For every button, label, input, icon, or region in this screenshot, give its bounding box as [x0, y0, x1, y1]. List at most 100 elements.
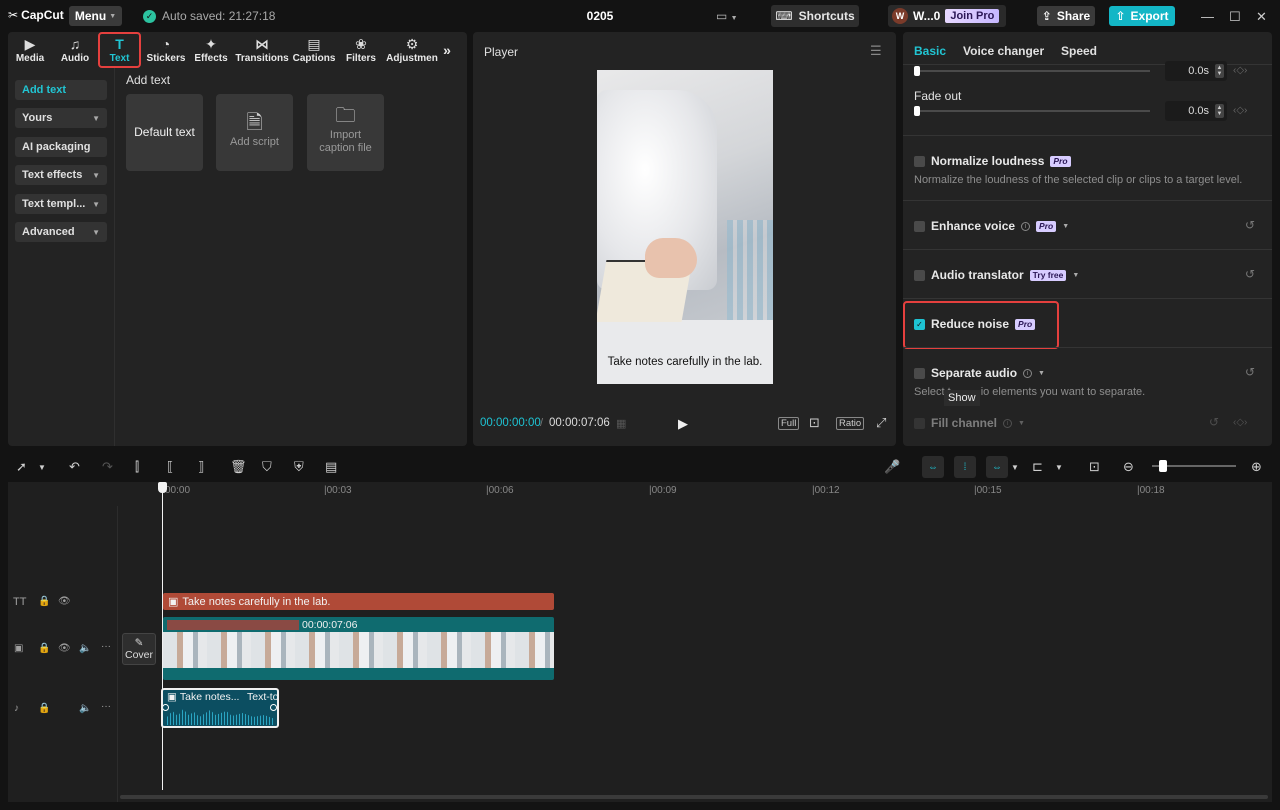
- zoom-in-icon[interactable]: ⊕: [1251, 459, 1262, 475]
- tab-basic[interactable]: Basic: [914, 44, 946, 58]
- separate-audio-option[interactable]: Separate audio i ▼: [914, 366, 1045, 380]
- audio-clip[interactable]: ▣ Take notes... Text-to: [161, 688, 279, 728]
- reset-icon[interactable]: ↺: [1245, 267, 1255, 281]
- normalize-checkbox[interactable]: [914, 155, 925, 167]
- volume-icon[interactable]: 🔈: [79, 643, 91, 654]
- fit-screen-icon[interactable]: ⊡: [809, 415, 820, 431]
- join-pro-button[interactable]: Join Pro: [945, 9, 1000, 23]
- keyframe-nav-icon[interactable]: ‹◇›: [1233, 417, 1247, 428]
- tab-stickers[interactable]: ◔ Stickers: [141, 32, 191, 68]
- zoom-out-icon[interactable]: ⊖: [1123, 459, 1134, 475]
- tab-filters[interactable]: ❀ Filters: [335, 32, 387, 68]
- clip-handle-left[interactable]: [162, 704, 169, 711]
- zoom-fit-icon[interactable]: ⊡: [1089, 459, 1100, 475]
- tab-adjustment[interactable]: ⚙ Adjustmen: [386, 32, 438, 68]
- horizontal-scrollbar[interactable]: [120, 795, 1268, 799]
- linkage-icon[interactable]: ⇔: [986, 456, 1008, 478]
- lock-icon[interactable]: 🔒: [38, 643, 50, 654]
- import-caption-card[interactable]: 🗀 Import caption file: [307, 94, 384, 171]
- video-preview[interactable]: Take notes carefully in the lab.: [597, 70, 773, 384]
- default-text-card[interactable]: Default text: [126, 94, 203, 171]
- tab-captions[interactable]: ▤ Captions: [293, 32, 336, 68]
- shield-icon[interactable]: ⛨: [294, 459, 304, 475]
- close-icon[interactable]: ✕: [1256, 9, 1267, 25]
- fade-in-slider[interactable]: [914, 70, 1150, 72]
- fade-in-knob[interactable]: [914, 66, 920, 76]
- sidebar-item-yours[interactable]: Yours ▼: [15, 108, 107, 128]
- main-track-magnet-icon[interactable]: ⇔: [922, 456, 944, 478]
- enhance-voice-option[interactable]: Enhance voice i Pro ▼: [914, 219, 1069, 233]
- select-cursor-icon[interactable]: ➚: [16, 459, 27, 475]
- minimize-icon[interactable]: —: [1201, 9, 1214, 24]
- microphone-icon[interactable]: 🎤: [884, 459, 900, 475]
- fade-out-slider[interactable]: [914, 110, 1150, 112]
- shortcuts-button[interactable]: ⌨ Shortcuts: [771, 5, 859, 27]
- chevron-down-icon[interactable]: ▼: [1018, 420, 1025, 427]
- maximize-icon[interactable]: ☐: [1229, 9, 1241, 25]
- more-options-icon[interactable]: ···: [101, 701, 111, 712]
- undo-icon[interactable]: ↶: [69, 459, 80, 475]
- fade-in-value[interactable]: 0.0s ▲ ▼: [1165, 61, 1227, 81]
- sidebar-item-add-text[interactable]: Add text: [15, 80, 107, 100]
- tab-media[interactable]: ▶ Media: [8, 32, 52, 68]
- auto-snap-icon[interactable]: ⁞: [954, 456, 976, 478]
- playhead[interactable]: [162, 482, 163, 790]
- volume-icon[interactable]: 🔈: [79, 703, 91, 714]
- eye-icon[interactable]: 👁: [58, 596, 71, 607]
- delete-icon[interactable]: 🗑: [230, 459, 247, 475]
- keyframe-nav-icon[interactable]: ‹◇›: [1233, 65, 1247, 76]
- keyframe-nav-icon[interactable]: ‹◇›: [1233, 105, 1247, 116]
- text-clip[interactable]: ▣ Take notes carefully in the lab.: [163, 593, 554, 610]
- timeline-grid-icon[interactable]: ▦: [616, 417, 626, 430]
- user-account[interactable]: W W...0 Join Pro: [888, 5, 1006, 27]
- reduce-noise-checkbox[interactable]: ✓: [914, 318, 925, 330]
- add-script-card[interactable]: 🗎 Add script: [216, 94, 293, 171]
- video-caption[interactable]: Take notes carefully in the lab.: [597, 356, 773, 368]
- lock-icon[interactable]: 🔒: [38, 596, 50, 607]
- layout-icon[interactable]: ▭ ▼: [716, 9, 738, 23]
- enhance-voice-checkbox[interactable]: [914, 220, 925, 232]
- chevron-down-icon[interactable]: ▼: [1038, 370, 1045, 377]
- project-title[interactable]: 0205: [560, 9, 640, 23]
- reset-icon[interactable]: ↺: [1245, 365, 1255, 379]
- trim-left-icon[interactable]: ⟦: [167, 459, 173, 475]
- sidebar-item-text-templates[interactable]: Text templ... ▼: [15, 194, 107, 214]
- cover-button[interactable]: ✎ Cover: [122, 633, 156, 665]
- full-button[interactable]: Full: [778, 417, 800, 430]
- chevron-down-icon[interactable]: ▼: [1011, 463, 1019, 472]
- reset-icon[interactable]: ↺: [1209, 415, 1219, 429]
- hamburger-menu-icon[interactable]: ☰: [870, 43, 882, 59]
- video-clip[interactable]: 00:00:07:06: [163, 617, 554, 680]
- trim-right-icon[interactable]: ⟧: [198, 459, 204, 475]
- more-options-icon[interactable]: ···: [101, 641, 111, 652]
- redo-icon[interactable]: ↷: [102, 459, 113, 475]
- clip-handle-right[interactable]: [270, 704, 277, 711]
- lock-icon[interactable]: 🔒: [38, 703, 50, 714]
- audio-translator-checkbox[interactable]: [914, 269, 925, 281]
- info-icon[interactable]: i: [1023, 368, 1033, 378]
- fullscreen-icon[interactable]: ⤢: [876, 415, 886, 431]
- tab-effects[interactable]: ✦ Effects: [191, 32, 231, 68]
- mark-icon[interactable]: ⛉: [262, 459, 272, 475]
- caption-edit-icon[interactable]: ▤: [325, 459, 337, 475]
- tab-audio[interactable]: ♫ Audio: [52, 32, 98, 68]
- fade-out-knob[interactable]: [914, 106, 920, 116]
- separate-audio-checkbox[interactable]: [914, 367, 925, 379]
- zoom-slider-knob[interactable]: [1159, 460, 1167, 472]
- export-button[interactable]: ⇧ Export: [1109, 6, 1175, 26]
- preview-axis-icon[interactable]: ⊏: [1032, 459, 1043, 475]
- fade-out-value[interactable]: 0.0s ▲ ▼: [1165, 101, 1227, 121]
- audio-translator-option[interactable]: Audio translator Try free ▼: [914, 268, 1079, 282]
- tab-text[interactable]: T Text: [98, 32, 141, 68]
- tab-speed[interactable]: Speed: [1061, 44, 1097, 58]
- chevron-down-icon[interactable]: ▼: [1072, 272, 1079, 279]
- split-icon[interactable]: ⫿: [135, 459, 139, 475]
- more-tabs-icon[interactable]: »: [437, 32, 457, 68]
- eye-icon[interactable]: 👁: [58, 643, 71, 654]
- fill-channel-checkbox[interactable]: [914, 417, 925, 429]
- info-icon[interactable]: i: [1021, 221, 1031, 231]
- sidebar-item-text-effects[interactable]: Text effects ▼: [15, 165, 107, 185]
- tab-transitions[interactable]: ⋈ Transitions: [231, 32, 293, 68]
- playhead-handle[interactable]: [158, 482, 167, 493]
- sidebar-item-advanced[interactable]: Advanced ▼: [15, 222, 107, 242]
